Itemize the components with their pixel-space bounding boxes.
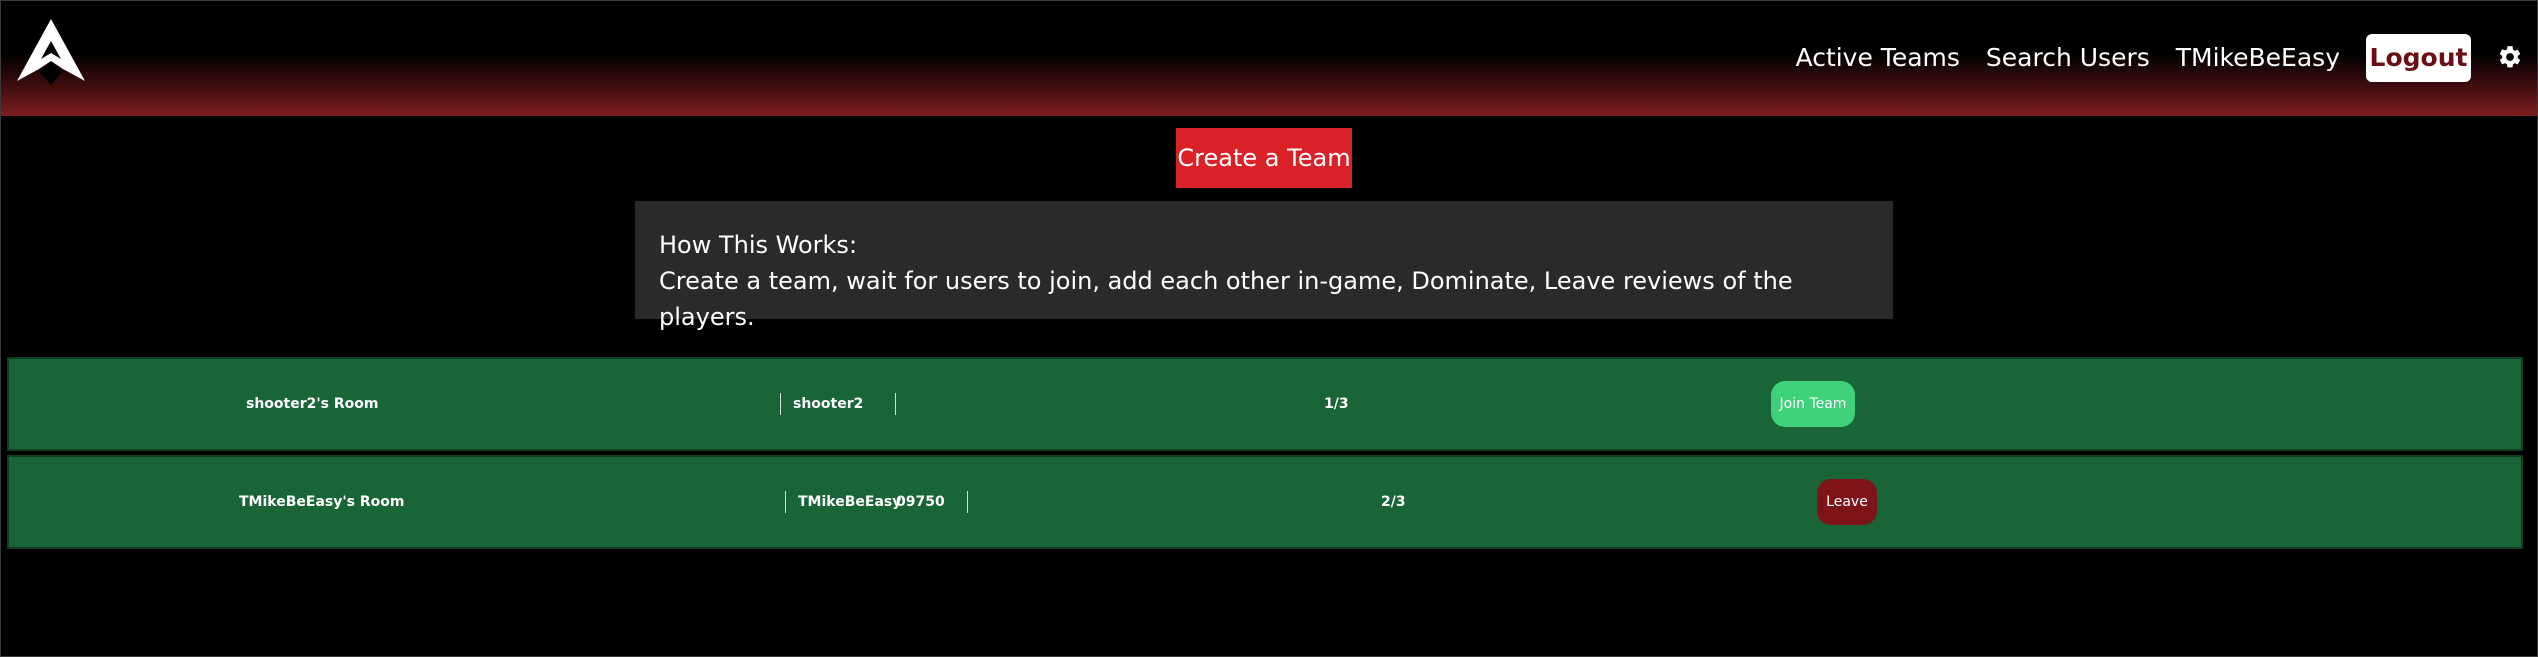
info-text: Create a team, wait for users to join, a… [659, 267, 1793, 331]
divider [785, 491, 786, 513]
member-name[interactable]: shooter2 [793, 359, 863, 449]
join-team-button[interactable]: Join Team [1771, 381, 1855, 427]
logout-button[interactable]: Logout [2366, 33, 2471, 82]
nav-active-teams-link[interactable]: Active Teams [1796, 43, 1960, 72]
team-row: TMikeBeEasy's Room TMikeBeEasy 09750 2/3… [7, 455, 2523, 549]
divider [967, 491, 968, 513]
room-name: TMikeBeEasy's Room [239, 494, 405, 510]
leave-team-button[interactable]: Leave [1817, 479, 1877, 525]
divider [780, 393, 781, 415]
how-it-works-box: How This Works: Create a team, wait for … [635, 201, 1893, 331]
apex-logo-icon[interactable] [17, 19, 85, 85]
app-frame: Active Teams Search Users TMikeBeEasy Lo… [0, 0, 2538, 657]
gear-icon[interactable] [2497, 44, 2523, 70]
nav-search-users-link[interactable]: Search Users [1986, 43, 2150, 72]
top-navbar: Active Teams Search Users TMikeBeEasy Lo… [1, 1, 2537, 116]
team-row: shooter2's Room shooter2 1/3 Join Team [7, 357, 2523, 451]
create-team-button[interactable]: Create a Team [1176, 128, 1352, 188]
divider [895, 393, 896, 415]
team-count: 1/3 [1324, 396, 1349, 412]
member-name[interactable]: 09750 [896, 457, 945, 547]
team-count: 2/3 [1381, 494, 1406, 510]
nav-profile-link[interactable]: TMikeBeEasy [2176, 43, 2340, 72]
member-name[interactable]: TMikeBeEasy [798, 457, 901, 547]
room-name: shooter2's Room [246, 396, 379, 412]
info-title: How This Works: [659, 231, 858, 259]
nav-links: Active Teams Search Users TMikeBeEasy Lo… [1770, 1, 2537, 116]
